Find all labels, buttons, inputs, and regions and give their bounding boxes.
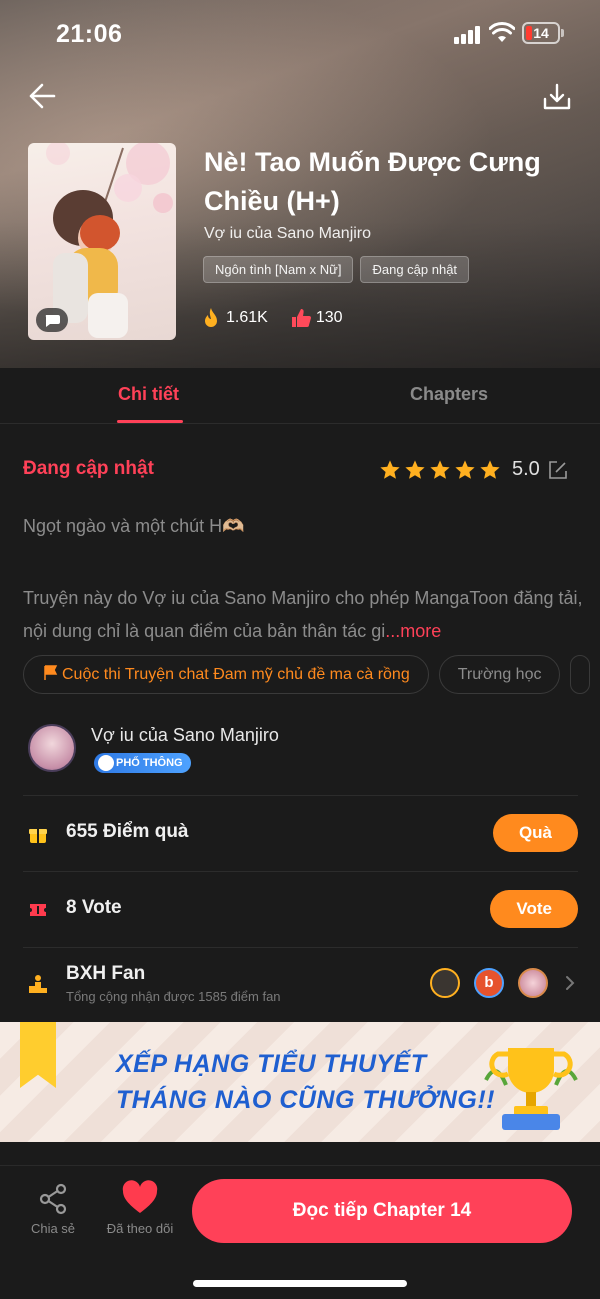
- hot-count: 1.61K: [226, 309, 268, 326]
- rating-value: 5.0: [512, 458, 540, 480]
- topic-chips: Cuộc thi Truyện chat Đam mỹ chủ đề ma cà…: [23, 655, 591, 694]
- fan-avatar: [430, 968, 460, 998]
- status-time: 21:06: [56, 20, 123, 48]
- star-icon: [455, 460, 475, 479]
- star-icon: [405, 460, 425, 479]
- gem-icon: [98, 755, 114, 771]
- status-bar: 21:06 14: [0, 0, 600, 70]
- bottom-action-bar: Chia sẻ Đã theo dõi Đọc tiếp Chapter 14: [0, 1165, 600, 1299]
- vote-row: 8 Vote Vote: [28, 872, 578, 947]
- battery-icon: 14: [522, 22, 560, 44]
- tag-status[interactable]: Đang cập nhật: [360, 256, 470, 283]
- book-description: Truyện này do Vợ iu của Sano Manjiro cho…: [23, 582, 583, 648]
- book-stats: 1.61K 130: [200, 307, 343, 329]
- tag-genre[interactable]: Ngôn tình [Nam x Nữ]: [203, 256, 354, 283]
- like-count: 130: [315, 309, 343, 326]
- heart-icon: [122, 1180, 158, 1213]
- gift-icon: [29, 829, 47, 843]
- download-icon[interactable]: [542, 82, 572, 112]
- banner-subheadline: THÁNG NÀO CŨNG THƯỞNG!!: [116, 1086, 496, 1114]
- chip-overflow[interactable]: [570, 655, 591, 694]
- ribbon-decoration: [20, 1022, 56, 1088]
- book-tagline: Ngọt ngào và một chút H🫶🏼: [23, 516, 245, 536]
- share-button[interactable]: Chia sẻ: [28, 1182, 78, 1236]
- top-fans: b: [428, 968, 578, 1002]
- thumbs-up-icon: [291, 309, 311, 327]
- like-stat: 130: [290, 307, 343, 329]
- detail-tabs: Chi tiết Chapters: [0, 368, 600, 424]
- star-icon: [380, 460, 400, 479]
- battery-level: 14: [533, 25, 549, 41]
- fan-ranking-row[interactable]: BXH Fan Tổng cộng nhận được 1585 điểm fa…: [28, 948, 578, 1020]
- book-author[interactable]: Vợ iu của Sano Manjiro: [204, 225, 371, 243]
- gift-points: 655 Điểm quà: [66, 821, 189, 842]
- banner-headline: XẾP HẠNG TIỂU THUYẾT: [116, 1050, 427, 1078]
- author-avatar[interactable]: [28, 724, 76, 772]
- gift-button[interactable]: Quà: [492, 814, 578, 852]
- more-link[interactable]: ...more: [385, 621, 441, 641]
- tab-chapters[interactable]: Chapters: [410, 384, 488, 405]
- share-icon: [39, 1183, 67, 1215]
- description-text: Truyện này do Vợ iu của Sano Manjiro cho…: [23, 588, 583, 641]
- author-name[interactable]: Vợ iu của Sano Manjiro: [91, 725, 279, 746]
- hero-header: 21:06 14 Nè! Tao Muốn Được Cưng Chiều (H…: [0, 0, 600, 368]
- arrow-left-icon[interactable]: [26, 80, 58, 112]
- flag-icon: [44, 665, 58, 680]
- fire-icon: [205, 308, 217, 327]
- book-tags: Ngôn tình [Nam x Nữ] Đang cập nhật: [203, 256, 470, 283]
- fan-ranking-subtitle: Tổng cộng nhận được 1585 điểm fan: [66, 989, 281, 1004]
- star-icon: [480, 460, 500, 479]
- fan-ranking-title: BXH Fan: [66, 963, 146, 984]
- author-rank-label: PHỔ THÔNG: [116, 757, 183, 769]
- vote-button[interactable]: Vote: [490, 890, 578, 928]
- continue-reading-button[interactable]: Đọc tiếp Chapter 14: [192, 1179, 572, 1243]
- star-rating: [379, 459, 501, 481]
- author-rank-badge: PHỔ THÔNG: [94, 753, 191, 773]
- follow-button[interactable]: Đã theo dõi: [102, 1180, 178, 1236]
- battery-tip: [561, 29, 564, 37]
- home-indicator: [193, 1280, 407, 1287]
- active-tab-indicator: [117, 420, 183, 423]
- cellular-signal-icon: [454, 26, 484, 44]
- novel-ranking-banner[interactable]: XẾP HẠNG TIỂU THUYẾT THÁNG NÀO CŨNG THƯỞ…: [0, 1022, 600, 1142]
- chat-bubble-icon: [36, 308, 68, 332]
- fan-avatar: b: [474, 968, 504, 998]
- publication-status: Đang cập nhật: [23, 458, 154, 479]
- wifi-icon: [489, 22, 515, 42]
- book-cover-image[interactable]: [28, 143, 176, 340]
- trophy-icon: [484, 1048, 578, 1130]
- tab-detail[interactable]: Chi tiết: [118, 384, 179, 405]
- podium-icon: [29, 975, 47, 993]
- edit-rating-icon[interactable]: [548, 460, 568, 480]
- star-icon: [430, 460, 450, 479]
- share-label: Chia sẻ: [30, 1221, 76, 1236]
- chip-school[interactable]: Trường học: [438, 655, 561, 694]
- chevron-right-icon: [566, 976, 575, 990]
- fan-avatar: [518, 968, 548, 998]
- author-card[interactable]: Vợ iu của Sano Manjiro PHỔ THÔNG: [28, 724, 578, 794]
- gift-row: 655 Điểm quà Quà: [28, 796, 578, 871]
- book-title: Nè! Tao Muốn Được Cưng Chiều (H+): [204, 147, 541, 216]
- ticket-icon: [30, 904, 46, 916]
- vote-count: 8 Vote: [66, 897, 122, 918]
- chip-contest-label: Cuộc thi Truyện chat Đam mỹ chủ đề ma cà…: [62, 666, 410, 683]
- chip-contest[interactable]: Cuộc thi Truyện chat Đam mỹ chủ đề ma cà…: [23, 655, 429, 694]
- hot-stat: 1.61K: [200, 307, 268, 329]
- follow-label: Đã theo dõi: [106, 1221, 174, 1236]
- book-detail-screen: 21:06 14 Nè! Tao Muốn Được Cưng Chiều (H…: [0, 0, 600, 1299]
